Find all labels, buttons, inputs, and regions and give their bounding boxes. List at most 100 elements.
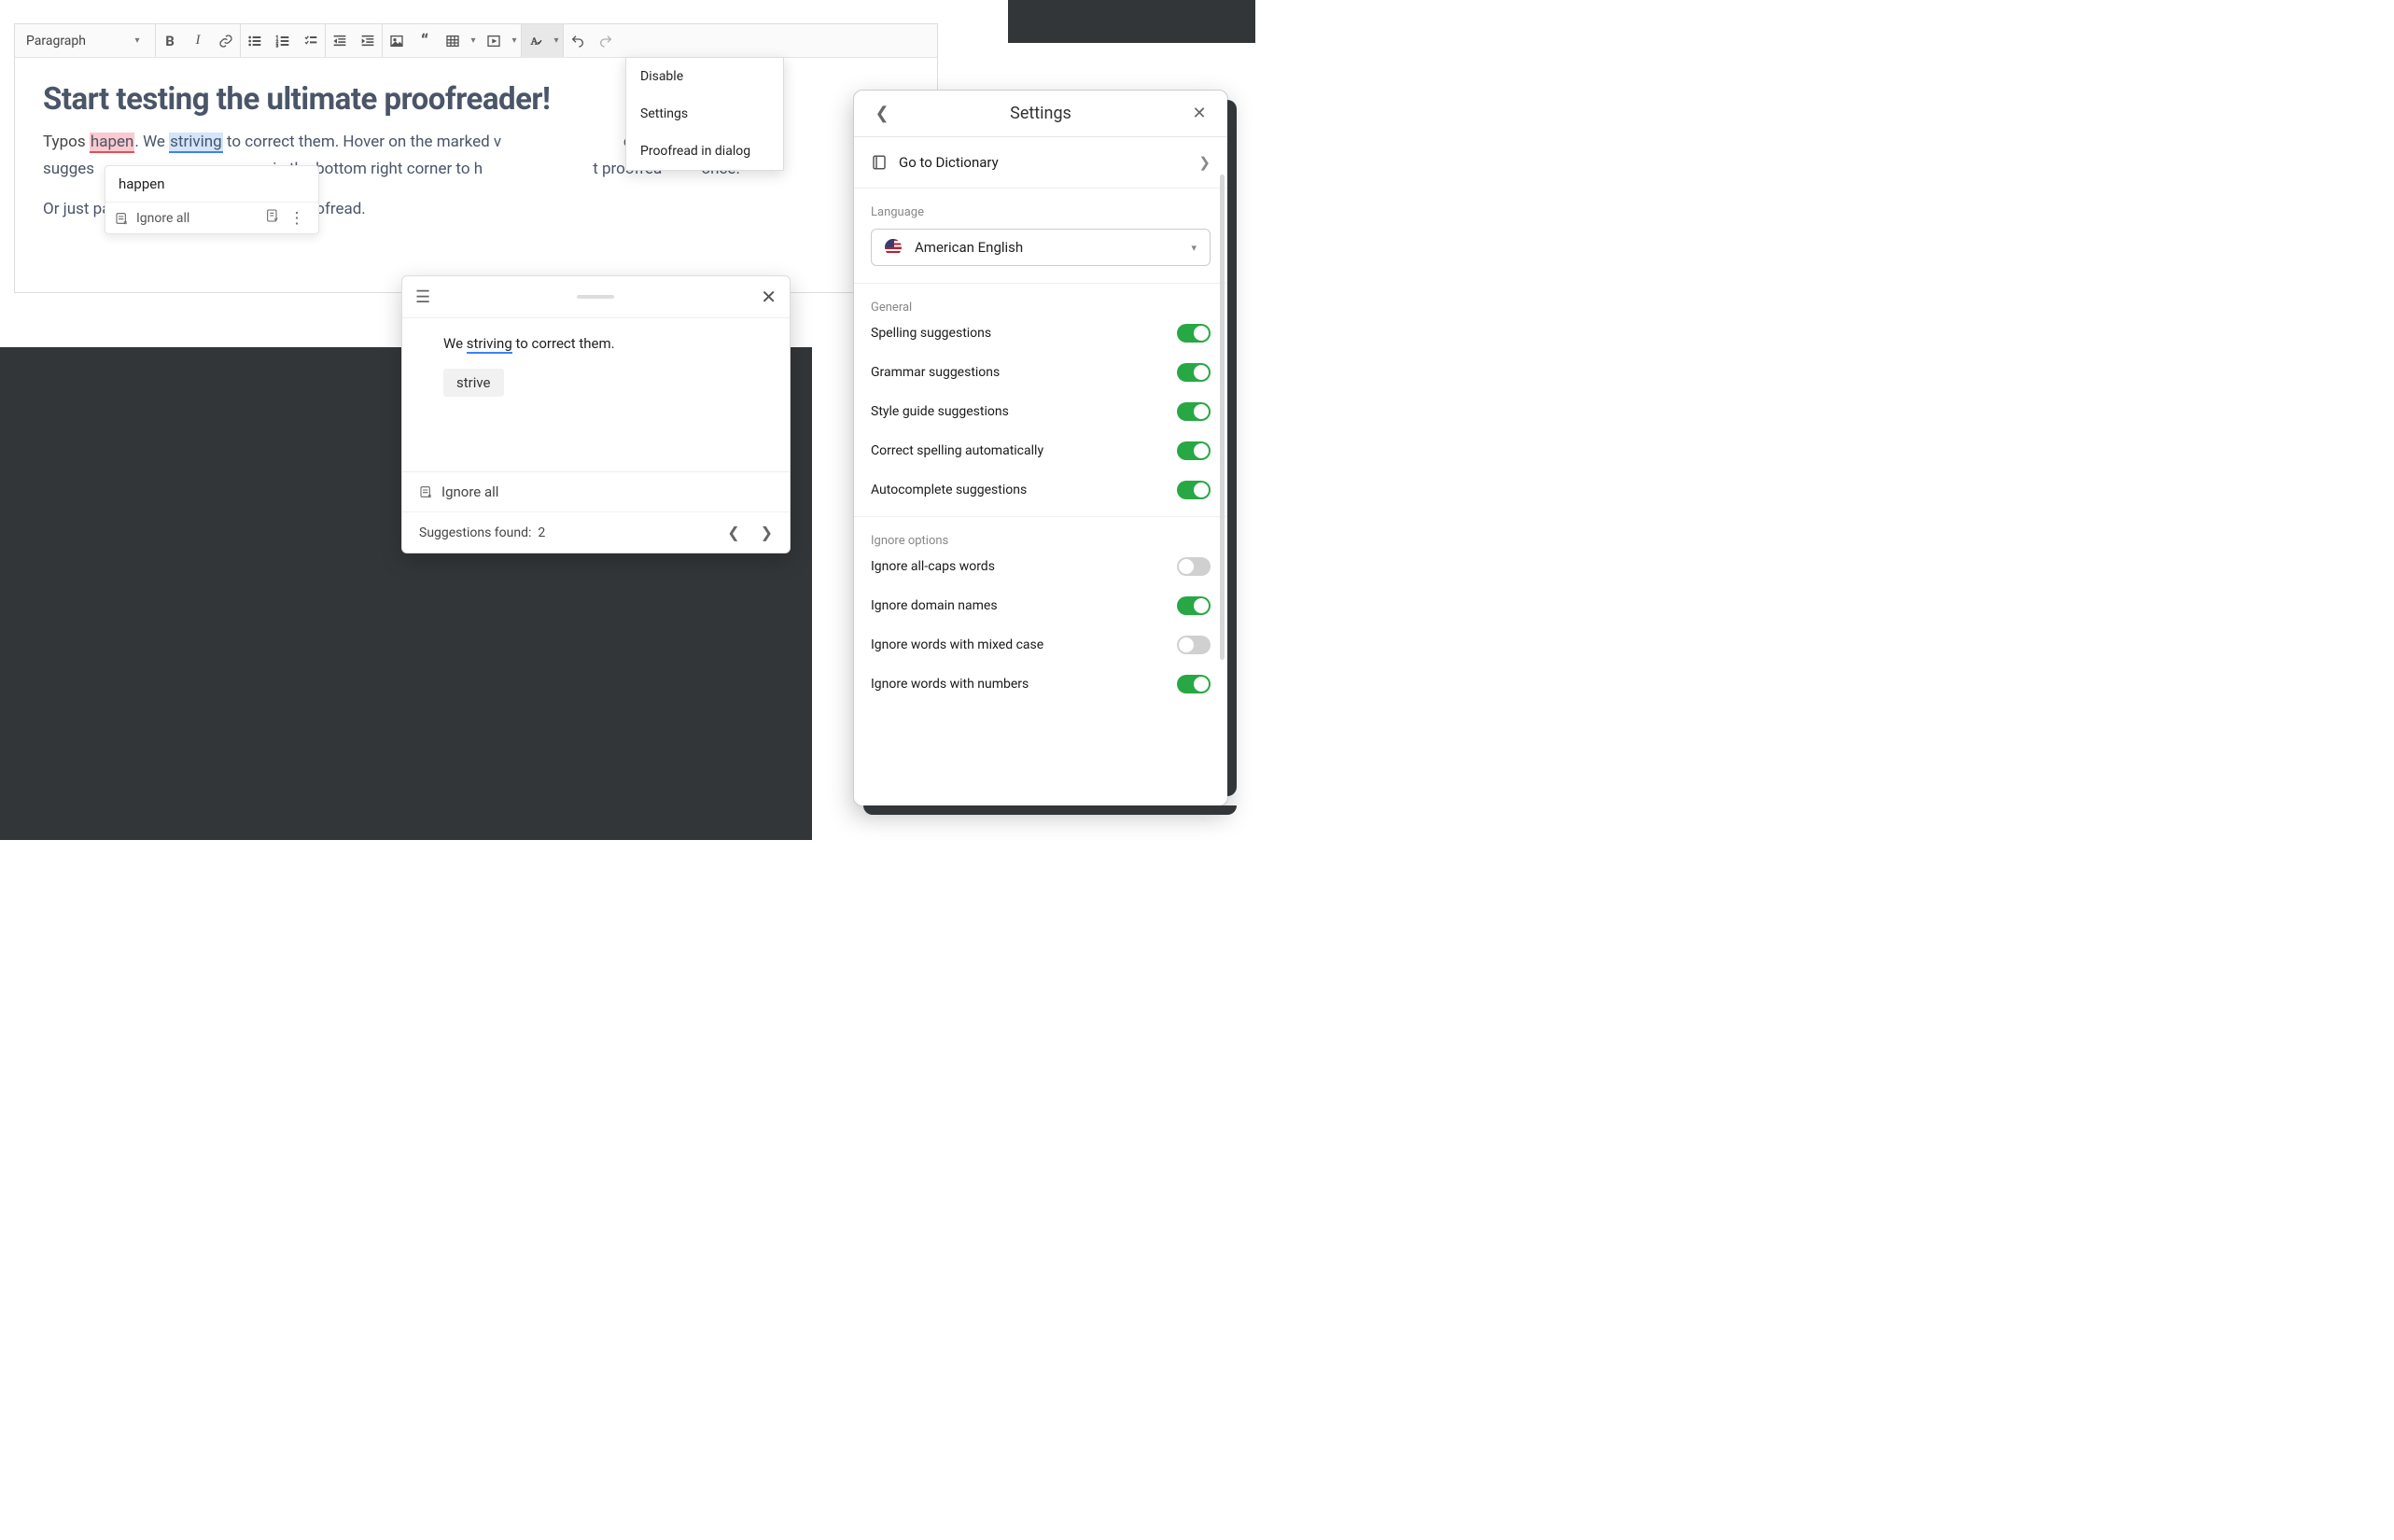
indent-icon: [360, 34, 375, 49]
next-suggestion-button[interactable]: ❯: [761, 524, 773, 541]
italic-button[interactable]: I: [184, 24, 212, 58]
toolbar: Paragraph ▾ B I 123: [15, 24, 937, 58]
general-option-toggle[interactable]: [1177, 481, 1211, 499]
grammar-marker[interactable]: striving: [169, 133, 223, 153]
general-option-label: Autocomplete suggestions: [871, 483, 1027, 497]
outdent-icon: [332, 34, 347, 49]
image-button[interactable]: [383, 24, 411, 58]
chevron-down-icon[interactable]: ▾: [508, 35, 521, 46]
checklist-button[interactable]: [297, 24, 325, 58]
menu-item-settings[interactable]: Settings: [626, 95, 783, 133]
settings-header: ❮ Settings ✕: [854, 91, 1227, 137]
proofread-dropdown: Disable Settings Proofread in dialog: [625, 57, 784, 171]
table-button[interactable]: [439, 24, 467, 58]
link-icon: [218, 34, 233, 49]
blockquote-button[interactable]: “: [411, 24, 439, 58]
general-option-toggle[interactable]: [1177, 324, 1211, 343]
table-icon: [445, 34, 460, 49]
dictionary-icon: [265, 208, 280, 223]
ignore-all-button[interactable]: Ignore all: [115, 211, 260, 226]
general-option-label: Spelling suggestions: [871, 326, 991, 341]
settings-panel: ❮ Settings ✕ Go to Dictionary ❯ Language…: [853, 90, 1228, 806]
general-option-label: Grammar suggestions: [871, 365, 1000, 380]
ignore-option-label: Ignore all-caps words: [871, 559, 995, 574]
svg-text:A: A: [531, 36, 539, 47]
list-number-icon: 123: [275, 34, 290, 49]
chevron-down-icon: ▾: [1191, 242, 1197, 254]
block-format-select[interactable]: Paragraph ▾: [15, 24, 155, 58]
dialog-header[interactable]: ☰ ✕: [402, 276, 790, 318]
redo-button[interactable]: [592, 24, 620, 58]
go-to-dictionary-button[interactable]: Go to Dictionary ❯: [871, 154, 1211, 171]
menu-item-proofread-dialog[interactable]: Proofread in dialog: [626, 133, 783, 170]
undo-icon: [570, 34, 585, 49]
drag-handle[interactable]: [577, 295, 614, 299]
list-check-icon: [303, 34, 318, 49]
inline-suggestion-card: happen Ignore all ⋮: [105, 165, 319, 234]
decor-block: [1008, 0, 1255, 43]
dialog-body: We striving to correct them. strive: [402, 318, 790, 471]
dictionary-icon: [871, 154, 888, 171]
flag-us-icon: [885, 239, 902, 256]
link-button[interactable]: [212, 24, 240, 58]
ignore-option-label: Ignore words with numbers: [871, 677, 1029, 692]
chevron-down-icon[interactable]: ▾: [550, 24, 563, 58]
ignore-option-toggle[interactable]: [1177, 636, 1211, 654]
general-option-label: Style guide suggestions: [871, 404, 1009, 419]
undo-button[interactable]: [564, 24, 592, 58]
proofread-a-icon: A: [528, 34, 543, 49]
suggestions-count: Suggestions found: 2: [419, 525, 545, 540]
ignore-option-label: Ignore words with mixed case: [871, 637, 1043, 652]
ignore-option-toggle[interactable]: [1177, 557, 1211, 576]
language-select[interactable]: American English ▾: [871, 229, 1211, 266]
ignore-option-toggle[interactable]: [1177, 596, 1211, 615]
suggestion-chip[interactable]: strive: [443, 369, 504, 397]
more-options-button[interactable]: ⋮: [285, 209, 309, 228]
proofread-button[interactable]: A: [522, 24, 550, 58]
chevron-down-icon: ▾: [131, 35, 144, 46]
section-label-language: Language: [871, 205, 1211, 219]
section-label-general: General: [871, 301, 1211, 315]
bold-button[interactable]: B: [156, 24, 184, 58]
scrollbar[interactable]: [1220, 175, 1225, 660]
settings-title: Settings: [1010, 104, 1071, 123]
general-option-row: Spelling suggestions: [871, 324, 1211, 343]
svg-text:3: 3: [276, 43, 279, 48]
general-option-toggle[interactable]: [1177, 441, 1211, 460]
editor: Paragraph ▾ B I 123: [14, 23, 938, 293]
close-icon[interactable]: ✕: [1188, 104, 1211, 123]
play-box-icon: [486, 34, 501, 49]
ignore-option-row: Ignore domain names: [871, 596, 1211, 615]
media-button[interactable]: [480, 24, 508, 58]
bulleted-list-button[interactable]: [241, 24, 269, 58]
general-option-row: Grammar suggestions: [871, 363, 1211, 382]
prev-suggestion-button[interactable]: ❮: [727, 524, 739, 541]
list-bullet-icon: [247, 34, 262, 49]
ignore-all-button[interactable]: Ignore all: [402, 471, 790, 511]
decor-block: [0, 511, 812, 840]
block-format-label: Paragraph: [26, 34, 86, 49]
general-option-toggle[interactable]: [1177, 402, 1211, 421]
back-button[interactable]: ❮: [871, 104, 893, 123]
add-to-dictionary-button[interactable]: [260, 208, 285, 228]
chevron-right-icon: ❯: [1198, 154, 1211, 171]
menu-item-disable[interactable]: Disable: [626, 58, 783, 95]
ignore-icon: [419, 484, 434, 499]
indent-button[interactable]: [354, 24, 382, 58]
misspelling-marker[interactable]: hapen: [90, 133, 135, 153]
ignore-option-label: Ignore domain names: [871, 598, 998, 613]
general-option-row: Correct spelling automatically: [871, 441, 1211, 460]
context-sentence: We striving to correct them.: [443, 335, 749, 352]
dialog-footer: Suggestions found: 2 ❮ ❯: [402, 511, 790, 553]
ignore-icon: [115, 211, 130, 226]
close-icon[interactable]: ✕: [761, 286, 777, 308]
chevron-down-icon[interactable]: ▾: [467, 35, 480, 46]
menu-icon[interactable]: ☰: [415, 287, 430, 307]
general-option-toggle[interactable]: [1177, 363, 1211, 382]
ignore-option-toggle[interactable]: [1177, 675, 1211, 693]
numbered-list-button[interactable]: 123: [269, 24, 297, 58]
image-icon: [389, 34, 404, 49]
suggestion-option[interactable]: happen: [105, 166, 318, 203]
outdent-button[interactable]: [326, 24, 354, 58]
section-label-ignore: Ignore options: [871, 534, 1211, 548]
